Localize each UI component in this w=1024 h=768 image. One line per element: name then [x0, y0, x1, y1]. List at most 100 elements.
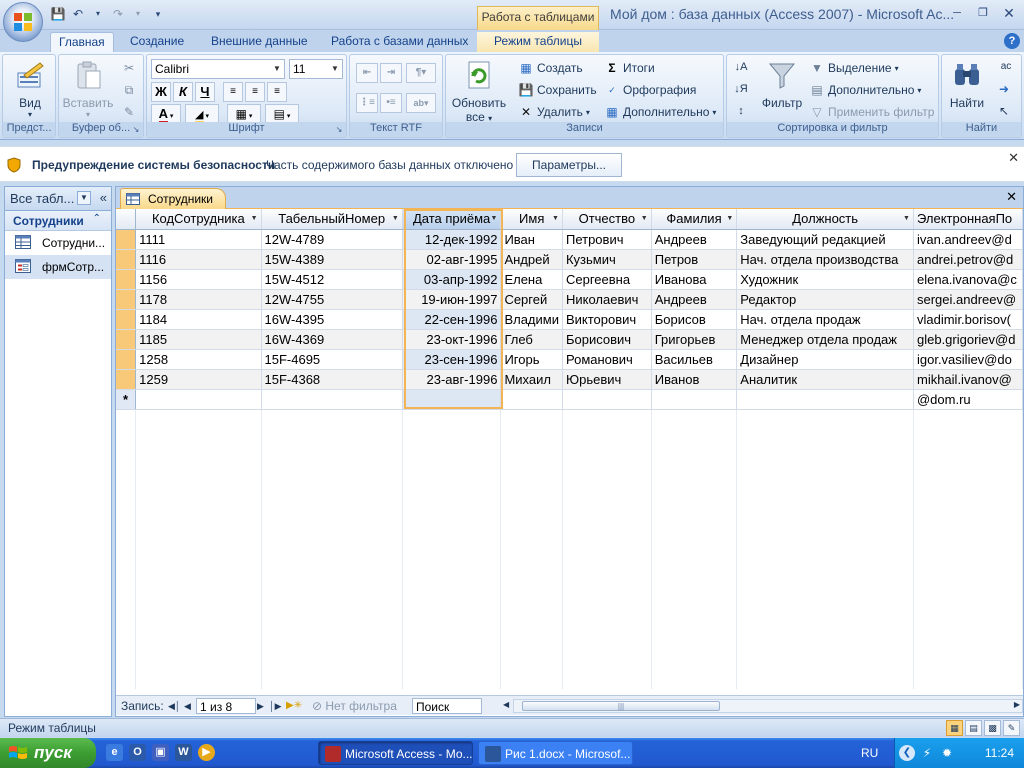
undo-icon[interactable]: ↶ — [70, 6, 86, 22]
column-header-first-name[interactable]: Имя ▼ — [500, 209, 563, 230]
font-color-button[interactable]: A ▾ — [151, 104, 181, 124]
font-launcher-icon[interactable]: ↘ — [334, 125, 344, 135]
scroll-left-icon[interactable]: ◀ — [503, 700, 509, 709]
undo-dropdown-icon[interactable]: ▾ — [90, 6, 106, 22]
datasheet-view-icon[interactable]: ▦ — [946, 720, 963, 736]
cell-patronymic[interactable]: Кузьмич — [562, 249, 652, 270]
redo-icon[interactable]: ↷ — [110, 6, 126, 22]
cell-last-name[interactable]: Петров — [651, 249, 738, 270]
sort-ascending-icon[interactable]: ↓A — [733, 59, 749, 75]
cell-first-name[interactable]: Игорь — [500, 349, 563, 370]
media-player-icon[interactable]: ▶ — [198, 744, 215, 761]
fill-color-button[interactable]: ◢ ▾ — [185, 104, 219, 124]
cell-last-name[interactable]: Иванова — [651, 269, 738, 290]
align-left-icon[interactable]: ≡ — [223, 82, 243, 102]
word-icon[interactable]: W — [175, 744, 192, 761]
row-selector[interactable] — [116, 369, 137, 390]
filter-button[interactable]: Фильтр — [757, 59, 807, 110]
find-button[interactable]: Найти — [944, 59, 990, 110]
replace-icon[interactable]: ac — [998, 59, 1014, 75]
cell-email[interactable]: igor.vasiliev@do — [913, 349, 1023, 370]
cell-patronymic[interactable]: Сергеевна — [562, 269, 652, 290]
cell-email[interactable]: elena.ivanova@c — [913, 269, 1023, 290]
tray-arrow-icon[interactable]: ❮ — [899, 745, 915, 761]
cell-position[interactable]: Менеджер отдела продаж — [736, 329, 914, 350]
format-painter-icon[interactable]: ✎ — [121, 104, 137, 120]
table-row[interactable]: 1259 15F-4368 23-авг-1996 Михаил Юрьевич Иван… — [116, 369, 1023, 390]
select-all-corner[interactable] — [116, 209, 137, 230]
scrollbar-thumb[interactable]: ||| — [522, 701, 720, 711]
cell-email[interactable]: mikhail.ivanov@ — [913, 369, 1023, 390]
cell-email[interactable]: vladimir.borisov( — [913, 309, 1023, 330]
chevron-down-icon[interactable]: ▼ — [641, 215, 648, 222]
table-row[interactable]: 1116 15W-4389 02-авг-1995 Андрей Кузьмич Петр… — [116, 249, 1023, 270]
column-header-email[interactable]: ЭлектроннаяПо — [913, 209, 1023, 230]
table-row[interactable]: 1184 16W-4395 22-сен-1996 Владими Викторович… — [116, 309, 1023, 330]
column-header-position[interactable]: Должность ▼ — [736, 209, 914, 230]
chevron-down-icon[interactable]: ▼ — [726, 215, 733, 222]
table-row[interactable]: 1156 15W-4512 03-апр-1992 Елена Сергеевна Ива… — [116, 269, 1023, 290]
paste-button[interactable]: Вставить ▾ — [61, 59, 115, 119]
row-selector[interactable] — [116, 309, 137, 330]
save-icon[interactable]: 💾 — [50, 6, 66, 22]
close-icon[interactable]: ✕ — [1008, 150, 1019, 166]
cell-hire-date[interactable]: 03-апр-1992 — [402, 269, 502, 290]
new-record-nav-icon[interactable]: ▶✳ — [286, 698, 302, 714]
column-header-last-name[interactable]: Фамилия ▼ — [651, 209, 738, 230]
cell-email[interactable]: @dom.ru — [913, 389, 1023, 410]
start-button[interactable]: пуск — [0, 738, 96, 768]
previous-record-icon[interactable]: ◀ — [184, 698, 191, 714]
align-right-icon[interactable]: ≡ — [267, 82, 287, 102]
alternate-fill-button[interactable]: ▤ ▾ — [265, 104, 299, 124]
redo-dropdown-icon[interactable]: ▾ — [130, 6, 146, 22]
increase-indent-icon[interactable]: ⇥ — [380, 63, 402, 83]
cell-tab-number[interactable]: 12W-4789 — [261, 229, 403, 250]
cell-first-name[interactable]: Елена — [500, 269, 563, 290]
cell-patronymic[interactable]: Юрьевич — [562, 369, 652, 390]
table-row[interactable]: 1258 15F-4695 23-сен-1996 Игорь Романович Вас… — [116, 349, 1023, 370]
cell-employee-id[interactable]: 1185 — [135, 329, 262, 350]
collapse-pane-icon[interactable]: « — [100, 190, 107, 205]
bold-button[interactable]: Ж — [151, 82, 171, 102]
close-window-button[interactable]: ✕ — [998, 4, 1020, 22]
customize-qat-icon[interactable]: ▾ — [150, 6, 166, 22]
cell-patronymic[interactable] — [562, 389, 652, 410]
delete-record-button[interactable]: ✕ Удалить ▾ — [518, 103, 590, 121]
tab-datasheet[interactable]: Режим таблицы — [477, 32, 599, 52]
new-record-button[interactable]: ▦ Создать — [518, 59, 582, 77]
column-header-tab-number[interactable]: ТабельныйНомер ▼ — [261, 209, 403, 230]
cell-first-name[interactable] — [500, 389, 563, 410]
sort-descending-icon[interactable]: ↓Я — [733, 81, 749, 97]
tab-database-tools[interactable]: Работа с базами данных — [323, 32, 476, 52]
cell-patronymic[interactable]: Борисович — [562, 329, 652, 350]
cell-email[interactable]: sergei.andreev@ — [913, 289, 1023, 310]
selection-button[interactable]: ▼ Выделение ▾ — [809, 59, 899, 77]
cell-email[interactable]: andrei.petrov@d — [913, 249, 1023, 270]
decrease-indent-icon[interactable]: ⇤ — [356, 63, 378, 83]
security-options-button[interactable]: Параметры... — [516, 153, 622, 177]
cell-hire-date[interactable]: 19-июн-1997 — [402, 289, 502, 310]
row-selector[interactable] — [116, 229, 137, 250]
cell-tab-number[interactable]: 15F-4368 — [261, 369, 403, 390]
cell-first-name[interactable]: Михаил — [500, 369, 563, 390]
new-record-row[interactable]: * @dom.ru — [116, 389, 1023, 410]
cell-last-name[interactable]: Иванов — [651, 369, 738, 390]
cell-last-name[interactable]: Васильев — [651, 349, 738, 370]
row-selector[interactable] — [116, 289, 137, 310]
cell-first-name[interactable]: Сергей — [500, 289, 563, 310]
restore-button[interactable]: ❐ — [972, 4, 994, 22]
cell-hire-date[interactable]: 23-авг-1996 — [402, 369, 502, 390]
cell-last-name[interactable]: Андреев — [651, 289, 738, 310]
object-tab-employees[interactable]: Сотрудники — [120, 188, 226, 209]
numbering-icon[interactable]: ⋮≡ — [356, 93, 378, 113]
internet-explorer-icon[interactable]: e — [106, 744, 123, 761]
antivirus-icon[interactable]: ✹ — [939, 745, 955, 761]
refresh-all-button[interactable]: Обновить все ▾ — [448, 59, 510, 124]
cell-position[interactable]: Нач. отдела производства — [736, 249, 914, 270]
column-header-employee-id[interactable]: КодСотрудника ▼ — [135, 209, 262, 230]
outlook-icon[interactable]: O — [129, 744, 146, 761]
go-to-icon[interactable]: ➜ — [996, 81, 1012, 97]
tab-home[interactable]: Главная — [50, 32, 114, 52]
cell-position[interactable]: Аналитик — [736, 369, 914, 390]
next-record-icon[interactable]: ▶ — [257, 698, 264, 714]
